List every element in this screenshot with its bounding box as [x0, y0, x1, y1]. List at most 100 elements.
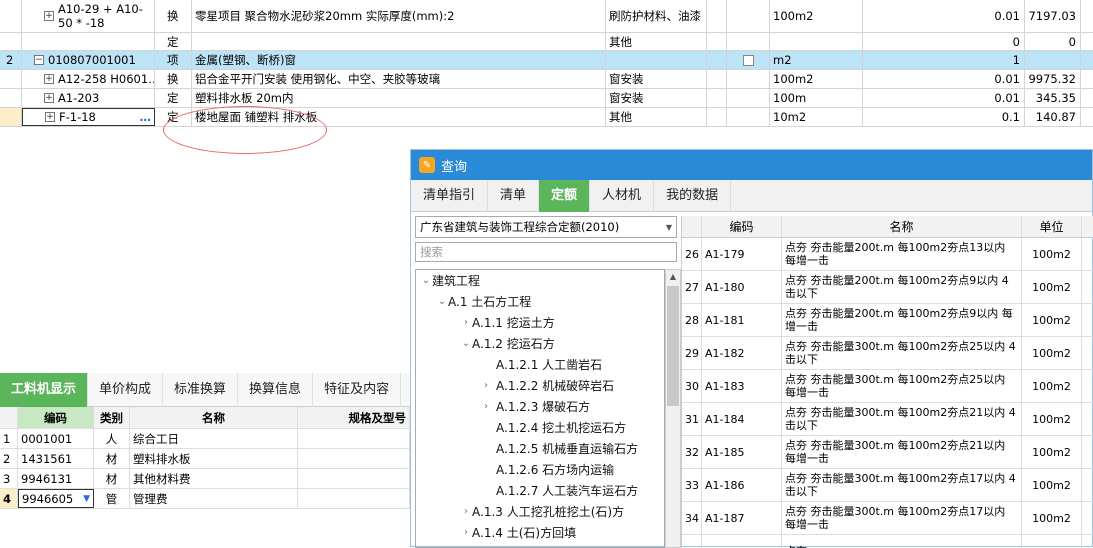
result-row[interactable]: 28 A1-181 点夯 夯击能量200t.m 每100m2夯点9以内 每增一击…: [682, 304, 1093, 337]
result-name[interactable]: 点夯 夯击能量300t.m 每100m2夯点17以内 每增一击: [782, 502, 1022, 534]
collapse-icon[interactable]: −: [34, 55, 44, 65]
row-code-edit-cell[interactable]: + F-1-18…: [22, 108, 155, 126]
results-header-unit[interactable]: 单位: [1022, 216, 1082, 237]
results-header-code[interactable]: 编码: [702, 216, 782, 237]
resource-row[interactable]: 3 9946131 材 其他材料费: [0, 469, 410, 489]
row-code[interactable]: + A1-203: [22, 89, 155, 107]
tab-unit-price[interactable]: 单价构成: [88, 373, 164, 407]
tab-resource-display[interactable]: 工料机显示: [0, 373, 89, 407]
tab-features[interactable]: 特征及内容: [313, 373, 402, 407]
row-name[interactable]: [192, 33, 606, 50]
tree-scrollbar[interactable]: ▲: [665, 269, 681, 548]
result-name[interactable]: 点夯 夯击能量200t.m 每100m2夯点9以内 4击以下: [782, 271, 1022, 303]
resource-name[interactable]: 塑料排水板: [130, 449, 298, 468]
scroll-up-icon[interactable]: ▲: [666, 270, 680, 284]
tree-node[interactable]: ⌄ A.1.2 挖运石方: [416, 333, 664, 354]
tree-closed-icon[interactable]: ›: [460, 506, 472, 517]
row-name[interactable]: 零星项目 聚合物水泥砂浆20mm 实际厚度(mm):2: [192, 0, 606, 32]
library-select[interactable]: 广东省建筑与装饰工程综合定额(2010) ▼: [415, 216, 677, 238]
result-name[interactable]: 点夯 夯击能量300t.m 每100m2夯点21以内 4击以下: [782, 403, 1022, 435]
header-name[interactable]: 名称: [130, 407, 298, 428]
result-code[interactable]: A1-179: [702, 238, 782, 270]
result-name[interactable]: 点夯 夯击能量300t.m 每100m2夯点21以内 每增一击: [782, 436, 1022, 468]
tree-node[interactable]: A.1.2.7 人工装汽车运石方: [416, 480, 664, 501]
expand-icon[interactable]: +: [45, 112, 55, 122]
result-row[interactable]: 34 A1-187 点夯 夯击能量300t.m 每100m2夯点17以内 每增一…: [682, 502, 1093, 535]
tree-node[interactable]: A.1.2.4 挖土机挖运石方: [416, 417, 664, 438]
tree-open-icon[interactable]: ⌄: [420, 275, 432, 286]
row-name[interactable]: 铝合金平开门安装 使用钢化、中空、夹胶等玻璃: [192, 70, 606, 88]
tree-node[interactable]: › A.1.4 土(石)方回填: [416, 522, 664, 543]
search-input[interactable]: 搜索: [415, 242, 677, 262]
header-spec[interactable]: 规格及型号: [298, 407, 410, 428]
grid-row-4[interactable]: + A12-258 H0601… 换 铝合金平开门安装 使用钢化、中空、夹胶等玻璃…: [0, 70, 1093, 89]
row-quantity[interactable]: 0.01: [863, 89, 1025, 107]
header-code[interactable]: 编码: [18, 407, 94, 428]
tree-node[interactable]: ⌄ 建筑工程: [416, 270, 664, 291]
tab-quota[interactable]: 定额: [539, 180, 591, 212]
tab-standard-conversion[interactable]: 标准换算: [163, 373, 239, 407]
row-name[interactable]: 塑料排水板 20m内: [192, 89, 606, 107]
result-row[interactable]: 29 A1-182 点夯 夯击能量300t.m 每100m2夯点25以内 4击以…: [682, 337, 1093, 370]
expand-icon[interactable]: +: [44, 74, 54, 84]
header-type[interactable]: 类别: [94, 407, 130, 428]
result-row[interactable]: 26 A1-179 点夯 夯击能量200t.m 每100m2夯点13以内 每增一…: [682, 238, 1093, 271]
result-code[interactable]: A1-187: [702, 502, 782, 534]
resource-spec[interactable]: [298, 449, 410, 468]
tab-materials[interactable]: 人材机: [590, 180, 655, 212]
result-code[interactable]: A1-182: [702, 337, 782, 369]
more-icon[interactable]: …: [140, 110, 152, 124]
resource-code[interactable]: 1431561: [18, 449, 94, 468]
tab-bill[interactable]: 清单: [488, 180, 540, 212]
result-name[interactable]: 点夯 夯击能量300t.m 每100m2夯点17以内 4击以下: [782, 469, 1022, 501]
result-code[interactable]: A1-184: [702, 403, 782, 435]
scroll-thumb[interactable]: [667, 286, 679, 406]
row-code[interactable]: [22, 33, 155, 50]
tree-closed-icon[interactable]: ›: [480, 380, 492, 391]
tree-closed-icon[interactable]: ›: [460, 317, 472, 328]
tree-node[interactable]: A.1.2.5 机械垂直运输石方: [416, 438, 664, 459]
result-row[interactable]: 31 A1-184 点夯 夯击能量300t.m 每100m2夯点21以内 4击以…: [682, 403, 1093, 436]
row-checkbox[interactable]: [742, 54, 754, 66]
result-code[interactable]: A1-186: [702, 469, 782, 501]
grid-row-3[interactable]: 2 −010807001001 项 金属(塑钢、断桥)窗 m2 1: [0, 51, 1093, 70]
result-name[interactable]: 点夯 夯击能量200t.m 每100m2夯点13以内 每增一击: [782, 238, 1022, 270]
tree-node[interactable]: › A.1.2.2 机械破碎岩石: [416, 375, 664, 396]
result-row[interactable]: 33 A1-186 点夯 夯击能量300t.m 每100m2夯点17以内 4击以…: [682, 469, 1093, 502]
tree-closed-icon[interactable]: ›: [480, 401, 492, 412]
expand-icon[interactable]: +: [44, 93, 54, 103]
tab-my-data[interactable]: 我的数据: [654, 180, 732, 212]
result-code[interactable]: A1-185: [702, 436, 782, 468]
dialog-title-bar[interactable]: ✎ 查询: [411, 150, 1092, 180]
result-code[interactable]: A1-183: [702, 370, 782, 402]
dropdown-arrow-icon[interactable]: ▼: [83, 494, 90, 504]
tree-node[interactable]: › A.1.1 挖运土方: [416, 312, 664, 333]
result-row[interactable]: 27 A1-180 点夯 夯击能量200t.m 每100m2夯点9以内 4击以下…: [682, 271, 1093, 304]
result-name[interactable]: 点夯 夯击能量200t.m 每100m2夯点9以内 每增一击: [782, 304, 1022, 336]
row-code[interactable]: + A12-258 H0601…: [22, 70, 155, 88]
result-code[interactable]: [702, 535, 782, 548]
resource-row-selected[interactable]: 4 9946605 ▼ 管 管理费: [0, 489, 410, 509]
row-quantity[interactable]: 0.01: [863, 0, 1025, 32]
tree-open-icon[interactable]: ⌄: [460, 338, 472, 349]
expand-icon[interactable]: +: [44, 11, 54, 21]
result-code[interactable]: A1-181: [702, 304, 782, 336]
resource-spec[interactable]: [298, 489, 410, 508]
resource-name[interactable]: 管理费: [130, 489, 298, 508]
resource-code-select[interactable]: 9946605 ▼: [18, 489, 94, 508]
row-code[interactable]: −010807001001: [22, 51, 155, 69]
tree-closed-icon[interactable]: ›: [460, 527, 472, 538]
row-name[interactable]: 金属(塑钢、断桥)窗: [192, 51, 606, 69]
resource-spec[interactable]: [298, 469, 410, 488]
resource-name[interactable]: 综合工日: [130, 429, 298, 448]
tree-open-icon[interactable]: ⌄: [436, 296, 448, 307]
row-quantity[interactable]: 1: [863, 51, 1025, 69]
row-quantity[interactable]: 0: [863, 33, 1025, 50]
resource-name[interactable]: 其他材料费: [130, 469, 298, 488]
grid-row-2[interactable]: 定 其他 0 0: [0, 33, 1093, 51]
tree-node[interactable]: A.1.2.1 人工凿岩石: [416, 354, 664, 375]
row-quantity[interactable]: 0.01: [863, 70, 1025, 88]
tab-conversion-info[interactable]: 换算信息: [238, 373, 314, 407]
resource-row[interactable]: 2 1431561 材 塑料排水板: [0, 449, 410, 469]
resource-row[interactable]: 1 0001001 人 综合工日: [0, 429, 410, 449]
